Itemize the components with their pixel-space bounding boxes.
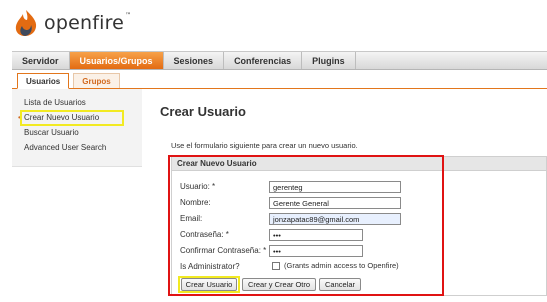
nav-sesiones[interactable]: Sesiones xyxy=(164,52,225,69)
sidebar-item-crear-nuevo-usuario[interactable]: • Crear Nuevo Usuario xyxy=(18,110,142,126)
username-label: Usuario: * xyxy=(180,182,216,191)
email-field[interactable]: jonzapatac89@gmail.com xyxy=(269,213,401,225)
password-field[interactable]: ••• xyxy=(269,229,363,241)
main-nav: Servidor Usuarios/Grupos Sesiones Confer… xyxy=(12,51,547,70)
cancel-button[interactable]: Cancelar xyxy=(319,278,361,291)
username-field[interactable]: gerenteg xyxy=(269,181,401,193)
nav-plugins[interactable]: Plugins xyxy=(302,52,356,69)
admin-label: Is Administrator? xyxy=(180,262,240,271)
password-label: Contraseña: * xyxy=(180,230,229,239)
sidebar: Lista de Usuarios • Crear Nuevo Usuario … xyxy=(12,89,142,167)
sidebar-item-buscar-usuario[interactable]: Buscar Usuario xyxy=(24,127,142,139)
nav-conferencias[interactable]: Conferencias xyxy=(224,52,303,69)
flame-icon xyxy=(14,9,38,37)
sub-nav: Usuarios Grupos xyxy=(12,70,547,89)
page-title: Crear Usuario xyxy=(160,104,246,119)
email-label: Email: xyxy=(180,214,203,223)
highlight-box xyxy=(168,155,444,296)
openfire-logo: openfire™ xyxy=(14,8,131,38)
tab-grupos[interactable]: Grupos xyxy=(73,73,120,88)
admin-checkbox-label: (Grants admin access to Openfire) xyxy=(284,261,399,270)
intro-text: Use el formulario siguiente para crear u… xyxy=(171,141,358,150)
confirm-password-field[interactable]: ••• xyxy=(269,245,363,257)
confirm-password-label: Confirmar Contraseña: * xyxy=(180,246,267,255)
admin-checkbox[interactable] xyxy=(272,262,280,270)
highlight-box xyxy=(20,110,124,126)
nav-servidor[interactable]: Servidor xyxy=(12,52,70,69)
sidebar-item-lista-usuarios[interactable]: Lista de Usuarios xyxy=(24,97,142,109)
tab-usuarios[interactable]: Usuarios xyxy=(17,73,70,89)
name-label: Nombre: xyxy=(180,198,211,207)
nav-usuarios-grupos[interactable]: Usuarios/Grupos xyxy=(69,52,164,69)
create-another-button[interactable]: Crear y Crear Otro xyxy=(242,278,316,291)
name-field[interactable]: Gerente General xyxy=(269,197,401,209)
sidebar-item-advanced-search[interactable]: Advanced User Search xyxy=(24,142,142,154)
brand-name: openfire™ xyxy=(44,12,132,34)
highlight-box xyxy=(178,276,240,293)
